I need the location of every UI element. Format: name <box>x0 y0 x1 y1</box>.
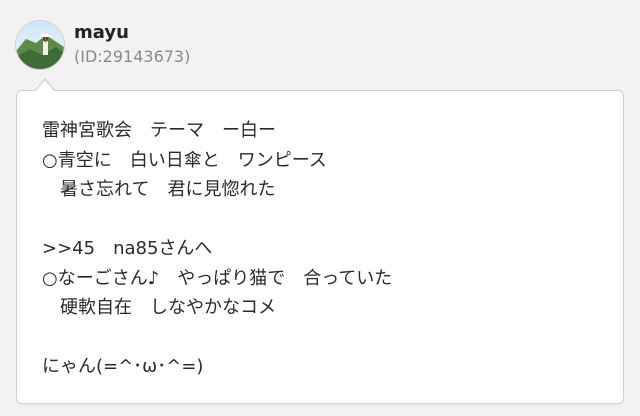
post-line-poem-2a: ○なーごさん♪ やっぱり猫で 合っていた <box>42 267 393 289</box>
post-line-blank-2 <box>42 323 392 353</box>
bubble-tail-inner <box>35 80 55 92</box>
post-header: mayu (ID:29143673) <box>16 20 190 70</box>
post-line-title: 雷神宮歌会 テーマ ー白ー <box>42 120 276 141</box>
post-line-signoff: にゃん(=^･ω･^=) <box>42 356 204 377</box>
post-line-reply: >>45 na85さんへ <box>42 238 213 259</box>
post-line-poem-1a: ○青空に 白い日傘と ワンピース <box>42 149 327 171</box>
post-body: 雷神宮歌会 テーマ ー白ー ○青空に 白い日傘と ワンピース 暑さ忘れて 君に見… <box>42 116 392 382</box>
username[interactable]: mayu <box>74 22 190 44</box>
post-line-poem-1b: 暑さ忘れて 君に見惚れた <box>42 179 276 200</box>
avatar-photo-icon <box>16 21 64 69</box>
post-line-poem-2b: 硬軟自在 しなやかなコメ <box>42 297 276 318</box>
user-id: (ID:29143673) <box>74 47 191 66</box>
post-line-blank-1 <box>42 205 392 235</box>
user-meta: mayu (ID:29143673) <box>74 22 190 68</box>
avatar[interactable] <box>16 21 64 69</box>
